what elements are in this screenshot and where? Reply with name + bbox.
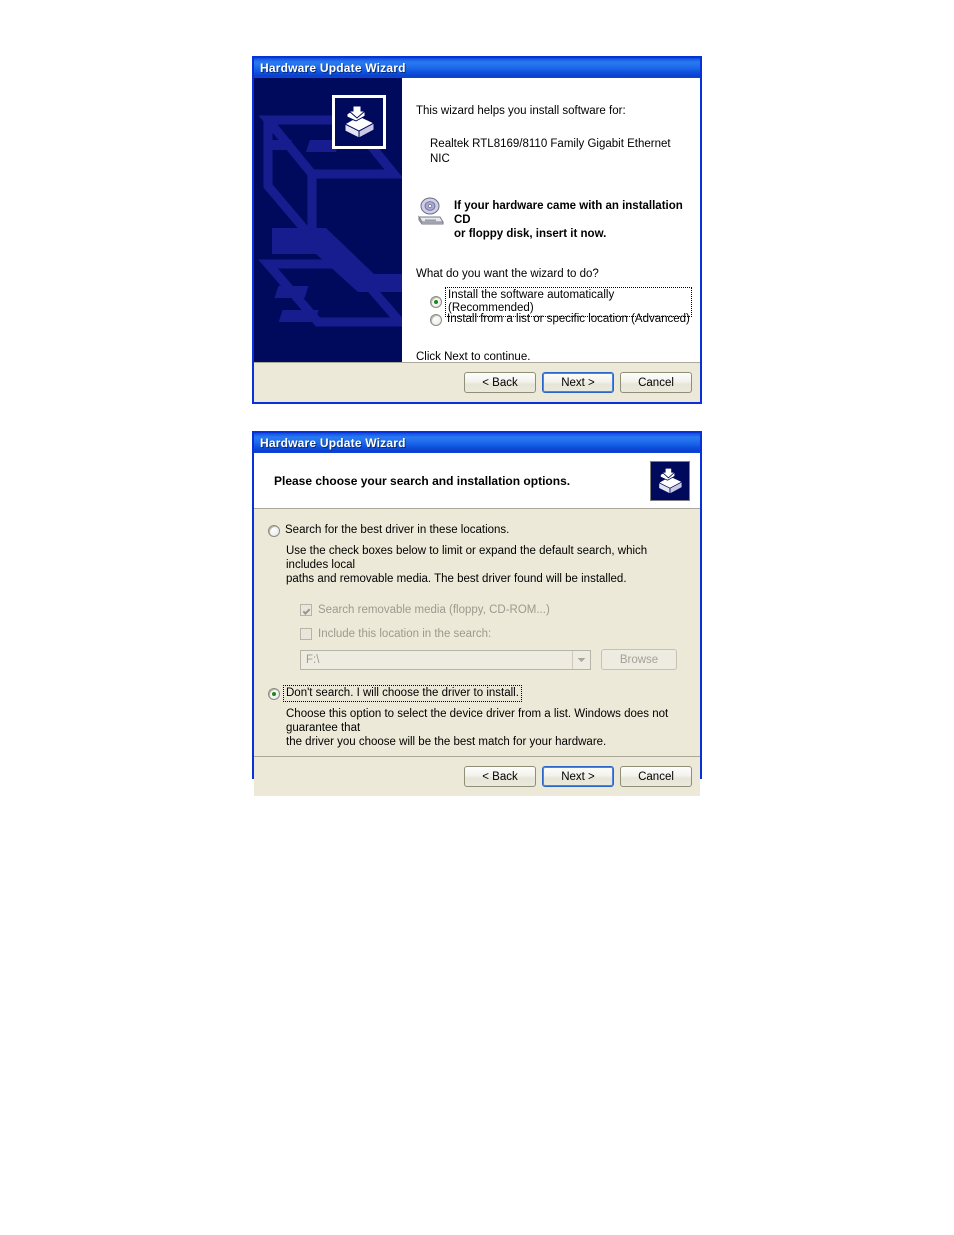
cancel-button[interactable]: Cancel xyxy=(620,766,692,787)
manual-description-line-2: the driver you choose will be the best m… xyxy=(286,736,607,748)
cd-notice-line-1: If your hardware came with an installati… xyxy=(454,200,683,226)
search-description-line-1: Use the check boxes below to limit or ex… xyxy=(286,545,648,571)
wizard-intro-text: This wizard helps you install software f… xyxy=(416,105,626,117)
radio-indicator-dont-search[interactable] xyxy=(268,687,280,700)
back-button[interactable]: < Back xyxy=(464,372,536,393)
options-dialog-header: Please choose your search and installati… xyxy=(254,453,700,509)
hardware-update-wizard-options-dialog: Hardware Update Wizard Please choose you… xyxy=(252,431,702,796)
browse-button[interactable]: Browse xyxy=(601,649,677,670)
options-dialog-title: Hardware Update Wizard xyxy=(260,436,406,450)
manual-description-line-1: Choose this option to select the device … xyxy=(286,708,669,734)
back-button-label: < Back xyxy=(482,770,518,783)
location-path-value: F:\ xyxy=(306,653,320,666)
cancel-button[interactable]: Cancel xyxy=(620,372,692,393)
installation-cd-notice: If your hardware came with an installati… xyxy=(416,197,690,241)
radio-option-install-from-list[interactable]: Install from a list or specific location… xyxy=(430,312,690,328)
hardware-wizard-icon xyxy=(332,95,386,149)
radio-label-install-automatically: Install the software automatically (Reco… xyxy=(445,286,692,317)
welcome-dialog-body: This wizard helps you install software f… xyxy=(254,78,700,363)
next-button-label: Next > xyxy=(561,376,595,389)
cd-drive-icon-glyph xyxy=(418,197,444,225)
wizard-closing-text: Click Next to continue. xyxy=(416,350,531,363)
checkbox-include-location[interactable]: Include this location in the search: xyxy=(300,626,686,642)
back-button-label: < Back xyxy=(482,376,518,389)
checkbox-search-removable-media[interactable]: Search removable media (floppy, CD-ROM..… xyxy=(300,602,686,618)
radio-indicator-search-best-driver[interactable] xyxy=(268,524,280,537)
chevron-down-icon[interactable] xyxy=(572,650,590,669)
cd-notice-line-2: or floppy disk, insert it now. xyxy=(454,228,607,240)
cancel-button-label: Cancel xyxy=(638,770,674,783)
next-button[interactable]: Next > xyxy=(542,766,614,787)
hardware-wizard-icon-glyph xyxy=(658,467,683,494)
radio-label-dont-search: Don't search. I will choose the driver t… xyxy=(283,685,522,702)
cd-drive-icon xyxy=(416,197,446,225)
checkbox-indicator-removable-media[interactable] xyxy=(300,604,312,616)
radio-label-install-from-list: Install from a list or specific location… xyxy=(447,313,690,325)
search-description-line-2: paths and removable media. The best driv… xyxy=(286,573,627,585)
options-dialog-titlebar[interactable]: Hardware Update Wizard xyxy=(254,433,700,453)
radio-option-dont-search[interactable]: Don't search. I will choose the driver t… xyxy=(268,685,686,702)
welcome-dialog-title: Hardware Update Wizard xyxy=(260,61,406,75)
radio-indicator-install-automatically[interactable] xyxy=(430,295,442,308)
hardware-wizard-icon-glyph xyxy=(344,105,375,139)
search-option-description: Use the check boxes below to limit or ex… xyxy=(286,544,678,586)
checkbox-label-include-location: Include this location in the search: xyxy=(318,627,492,640)
welcome-dialog-button-bar: < Back Next > Cancel xyxy=(254,362,700,402)
chevron-down-icon-glyph xyxy=(577,657,586,662)
back-button[interactable]: < Back xyxy=(464,766,536,787)
installation-cd-notice-text: If your hardware came with an installati… xyxy=(454,197,690,241)
hardware-wizard-icon xyxy=(650,460,690,501)
options-header-title: Please choose your search and installati… xyxy=(274,473,571,488)
page-canvas: Hardware Update Wizard This wizard helps… xyxy=(0,0,954,1235)
next-button-label: Next > xyxy=(561,770,595,783)
options-dialog-button-bar: < Back Next > Cancel xyxy=(254,756,700,796)
checkbox-indicator-include-location[interactable] xyxy=(300,628,312,640)
location-path-row: F:\ Browse xyxy=(300,649,686,670)
wizard-question-text: What do you want the wizard to do? xyxy=(416,268,599,280)
radio-option-install-automatically[interactable]: Install the software automatically (Reco… xyxy=(430,286,692,317)
welcome-install-options-group: Install the software automatically (Reco… xyxy=(430,286,692,328)
device-name-text: Realtek RTL8169/8110 Family Gigabit Ethe… xyxy=(430,138,671,165)
location-path-combobox[interactable]: F:\ xyxy=(300,649,591,670)
browse-button-label: Browse xyxy=(619,653,659,666)
checkbox-label-removable-media: Search removable media (floppy, CD-ROM..… xyxy=(318,603,550,616)
cancel-button-label: Cancel xyxy=(638,376,674,389)
manual-option-description: Choose this option to select the device … xyxy=(286,707,678,749)
radio-option-search-best-driver[interactable]: Search for the best driver in these loca… xyxy=(268,523,686,538)
wizard-sidebar-banner xyxy=(254,78,402,362)
welcome-dialog-titlebar[interactable]: Hardware Update Wizard xyxy=(254,58,700,78)
hardware-update-wizard-welcome-dialog: Hardware Update Wizard This wizard helps… xyxy=(252,56,702,404)
radio-indicator-install-from-list[interactable] xyxy=(430,313,442,326)
next-button[interactable]: Next > xyxy=(542,372,614,393)
radio-label-search-best-driver: Search for the best driver in these loca… xyxy=(285,524,510,536)
options-dialog-body: Search for the best driver in these loca… xyxy=(254,509,700,756)
welcome-dialog-main-panel: This wizard helps you install software f… xyxy=(402,78,700,363)
